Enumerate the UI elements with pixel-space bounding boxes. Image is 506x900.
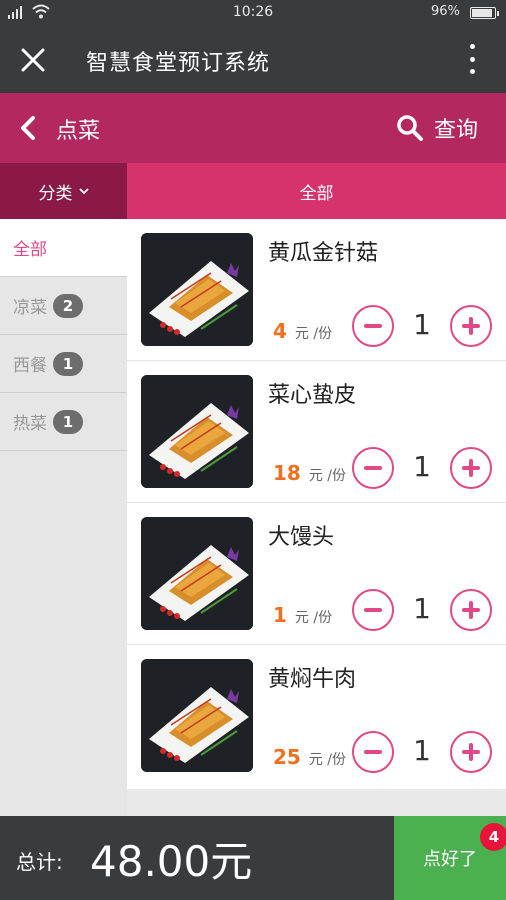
decrease-quantity-button[interactable] [352, 305, 394, 347]
price-unit: 元 /份 [294, 326, 333, 342]
back-icon[interactable] [14, 113, 44, 143]
query-button[interactable]: 查询 [396, 109, 478, 147]
dish-image[interactable] [141, 233, 253, 346]
dish-name: 黄焖牛肉 [268, 667, 357, 692]
battery-percentage: 96% [431, 4, 460, 19]
dish-item: 黄焖牛肉 25 元 /份 1 [127, 645, 506, 787]
close-icon[interactable] [14, 41, 52, 79]
status-bar: 10:26 96% [0, 0, 506, 25]
category-item-cold-dishes[interactable]: 凉菜 2 [0, 277, 127, 335]
dish-price: 4 元 /份 [273, 319, 332, 343]
price-value: 4 [273, 319, 287, 343]
increase-quantity-button[interactable] [450, 589, 492, 631]
category-count-badge: 1 [53, 409, 83, 434]
chevron-down-icon [78, 188, 89, 195]
dish-price: 18 元 /份 [273, 461, 346, 485]
increase-quantity-button[interactable] [450, 447, 492, 489]
quantity-value: 1 [413, 592, 431, 625]
dish-item: 菜心蛰皮 18 元 /份 1 [127, 361, 506, 503]
decrease-quantity-button[interactable] [352, 589, 394, 631]
category-dropdown[interactable]: 分类 [0, 163, 127, 219]
dish-price: 1 元 /份 [273, 603, 332, 627]
category-label: 西餐 [13, 356, 47, 376]
category-label: 凉菜 [13, 298, 47, 318]
category-item-western[interactable]: 西餐 1 [0, 335, 127, 393]
price-value: 25 [273, 745, 301, 769]
category-sidebar: 全部 凉菜 2 西餐 1 热菜 1 [0, 219, 127, 816]
app-title: 智慧食堂预订系统 [86, 51, 271, 76]
category-item-hot-dishes[interactable]: 热菜 1 [0, 393, 127, 451]
more-menu-icon[interactable] [462, 41, 482, 77]
dish-name: 菜心蛰皮 [268, 383, 357, 408]
dish-image[interactable] [141, 517, 253, 630]
search-icon [397, 115, 423, 141]
increase-quantity-button[interactable] [450, 731, 492, 773]
query-label: 查询 [434, 118, 479, 143]
quantity-value: 1 [413, 734, 431, 767]
category-item-all[interactable]: 全部 [0, 219, 127, 277]
quantity-value: 1 [413, 308, 431, 341]
quantity-value: 1 [413, 450, 431, 483]
category-dropdown-label: 分类 [38, 183, 73, 204]
app-bar: 智慧食堂预订系统 [0, 25, 506, 93]
price-unit: 元 /份 [308, 752, 347, 768]
price-unit: 元 /份 [294, 610, 333, 626]
page-title: 点菜 [56, 119, 101, 144]
total-label: 总计: [16, 850, 63, 874]
category-count-badge: 2 [53, 293, 83, 318]
dish-image[interactable] [141, 659, 253, 772]
dish-name: 大馒头 [268, 525, 335, 550]
current-category: 全部 [127, 163, 506, 219]
category-count-badge: 1 [53, 351, 83, 376]
checkout-bar: 总计: 48.00元 点好了 4 [0, 816, 506, 900]
dish-item: 黄瓜金针菇 4 元 /份 1 [127, 219, 506, 361]
dish-item: 大馒头 1 元 /份 1 [127, 503, 506, 645]
decrease-quantity-button[interactable] [352, 447, 394, 489]
battery-icon [470, 7, 499, 19]
price-value: 18 [273, 461, 301, 485]
dish-price: 25 元 /份 [273, 745, 346, 769]
filter-bar: 分类 全部 [0, 163, 506, 219]
price-value: 1 [273, 603, 287, 627]
dish-list: 黄瓜金针菇 4 元 /份 1 菜心蛰皮 18 元 /份 1 大馒头 1 元 /份 … [127, 219, 506, 789]
increase-quantity-button[interactable] [450, 305, 492, 347]
category-label: 全部 [13, 240, 47, 260]
price-unit: 元 /份 [308, 468, 347, 484]
dish-name: 黄瓜金针菇 [268, 241, 379, 266]
total-amount: 48.00元 [90, 837, 253, 886]
decrease-quantity-button[interactable] [352, 731, 394, 773]
category-label: 热菜 [13, 414, 47, 434]
cart-count-badge: 4 [480, 823, 506, 851]
dish-image[interactable] [141, 375, 253, 488]
page-header: 点菜 查询 [0, 93, 506, 163]
